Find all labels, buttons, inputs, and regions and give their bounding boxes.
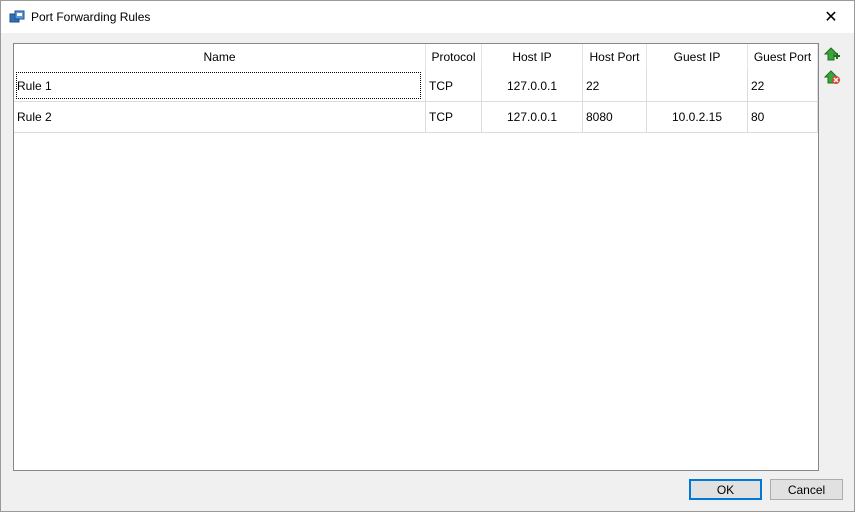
- column-header-host-ip[interactable]: Host IP: [482, 44, 583, 70]
- close-icon: ✕: [824, 9, 838, 26]
- table-row[interactable]: Rule 2 TCP 127.0.0.1 8080 10.0.2.15 80: [14, 101, 818, 133]
- column-header-guest-port[interactable]: Guest Port: [748, 44, 818, 70]
- column-header-name[interactable]: Name: [14, 44, 426, 70]
- rules-table[interactable]: Name Protocol Host IP Host Port Guest IP…: [13, 43, 819, 471]
- rule-name-cell[interactable]: Rule 2: [14, 101, 426, 132]
- remove-rule-icon[interactable]: [823, 68, 841, 86]
- protocol-cell[interactable]: TCP: [426, 101, 482, 132]
- window-title: Port Forwarding Rules: [31, 10, 151, 24]
- host-port-cell[interactable]: 8080: [583, 101, 647, 132]
- column-header-protocol[interactable]: Protocol: [426, 44, 482, 70]
- host-port-cell[interactable]: 22: [583, 70, 647, 101]
- cancel-button[interactable]: Cancel: [770, 479, 843, 500]
- ok-button[interactable]: OK: [689, 479, 762, 500]
- add-rule-icon[interactable]: [823, 45, 841, 63]
- cell-focus-indicator: [16, 72, 421, 99]
- host-ip-cell[interactable]: 127.0.0.1: [482, 101, 583, 132]
- title-bar: Port Forwarding Rules ✕: [1, 1, 854, 33]
- table-header-row: Name Protocol Host IP Host Port Guest IP…: [14, 44, 818, 70]
- protocol-cell[interactable]: TCP: [426, 70, 482, 101]
- close-button[interactable]: ✕: [808, 1, 854, 33]
- column-header-guest-ip[interactable]: Guest IP: [647, 44, 748, 70]
- network-adapter-icon: [9, 10, 25, 23]
- guest-port-cell[interactable]: 22: [748, 70, 818, 101]
- column-header-host-port[interactable]: Host Port: [583, 44, 647, 70]
- port-forwarding-dialog: Port Forwarding Rules ✕ Name Protocol Ho…: [0, 0, 855, 512]
- guest-port-cell[interactable]: 80: [748, 101, 818, 132]
- guest-ip-cell[interactable]: [647, 70, 748, 101]
- guest-ip-cell[interactable]: 10.0.2.15: [647, 101, 748, 132]
- host-ip-cell[interactable]: 127.0.0.1: [482, 70, 583, 101]
